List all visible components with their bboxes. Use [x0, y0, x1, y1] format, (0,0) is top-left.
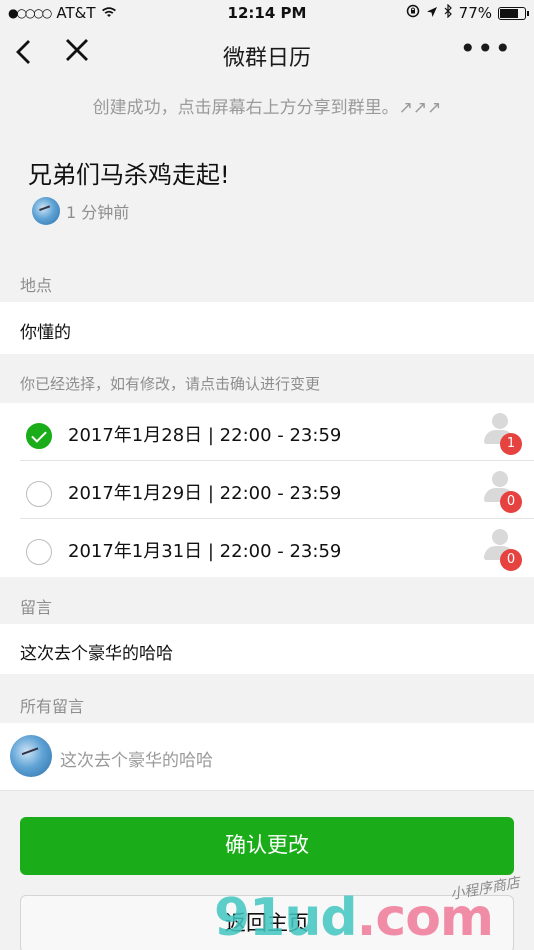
- checkbox-unchecked-icon[interactable]: [26, 539, 52, 565]
- avatar-bird-icon: [21, 747, 41, 763]
- avatar-bird-icon: [39, 205, 53, 216]
- checkbox-checked-icon[interactable]: [26, 423, 52, 449]
- selection-label: 你已经选择，如有修改，请点击确认进行变更: [20, 375, 321, 393]
- page-title: 微群日历: [222, 46, 311, 71]
- date-option[interactable]: 2017年1月31日 | 22:00 - 23:59 0: [0, 519, 534, 577]
- share-hint: 创建成功，点击屏幕右上方分享到群里。↗↗↗: [92, 98, 442, 118]
- participant-count-badge: 0: [500, 549, 522, 571]
- avatar: [32, 197, 60, 225]
- watermark-logo: 小程序商店 91ud.com: [214, 875, 524, 948]
- more-options-icon[interactable]: •••: [459, 32, 512, 65]
- location-arrow-icon: [426, 4, 438, 22]
- all-messages-label: 所有留言: [20, 697, 85, 716]
- participant-count-badge: 1: [500, 433, 522, 455]
- location-value: 你懂的: [20, 323, 71, 343]
- date-option-label: 2017年1月29日 | 22:00 - 23:59: [68, 483, 342, 504]
- rotation-lock-icon: [406, 4, 420, 22]
- created-time: 1 分钟前: [66, 203, 130, 222]
- location-label: 地点: [20, 276, 53, 295]
- list-item: 这次去个豪华的哈哈: [0, 723, 534, 791]
- watermark-main: 91ud: [214, 888, 358, 948]
- date-option[interactable]: 2017年1月29日 | 22:00 - 23:59 0: [0, 461, 534, 519]
- date-options-list: 2017年1月28日 | 22:00 - 23:59 1 2017年1月29日 …: [0, 403, 534, 577]
- event-title: 兄弟们马杀鸡走起!: [28, 161, 230, 189]
- creator-info: 1 分钟前: [32, 197, 129, 225]
- confirm-change-button[interactable]: 确认更改: [20, 817, 514, 875]
- message-input[interactable]: 这次去个豪华的哈哈: [20, 639, 173, 664]
- battery-fill: [500, 8, 518, 18]
- location-row: 你懂的: [0, 302, 534, 354]
- date-option-label: 2017年1月28日 | 22:00 - 23:59: [68, 425, 342, 446]
- battery-percent: 77%: [458, 4, 492, 22]
- avatar: [10, 735, 52, 777]
- participant-count-badge: 0: [500, 491, 522, 513]
- date-option[interactable]: 2017年1月28日 | 22:00 - 23:59 1: [0, 403, 534, 461]
- message-label: 留言: [20, 598, 53, 617]
- comment-text: 这次去个豪华的哈哈: [60, 751, 213, 771]
- watermark-domain: .com: [356, 888, 494, 948]
- bluetooth-icon: [444, 3, 453, 22]
- message-row[interactable]: 这次去个豪华的哈哈: [0, 624, 534, 674]
- status-bar: ●○○○○ AT&T 12:14 PM 77%: [0, 0, 534, 28]
- checkbox-unchecked-icon[interactable]: [26, 481, 52, 507]
- date-option-label: 2017年1月31日 | 22:00 - 23:59: [68, 541, 342, 562]
- navigation-bar: 微群日历 •••: [0, 28, 534, 80]
- battery-icon: [498, 6, 529, 20]
- watermark-text: 91ud.com: [214, 888, 494, 948]
